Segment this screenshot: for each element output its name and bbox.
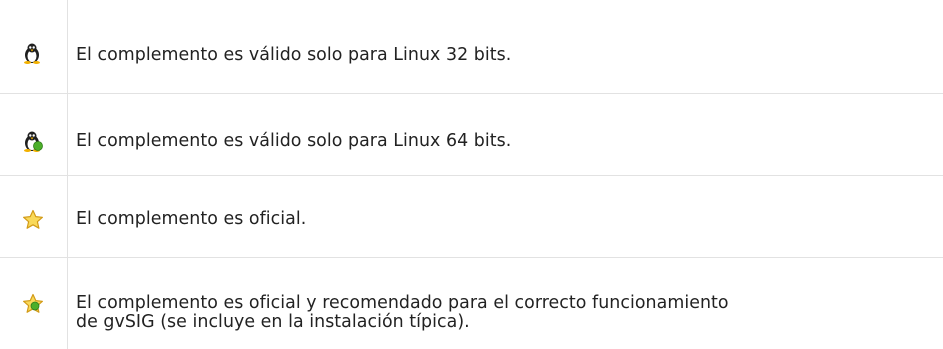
star-official-icon	[23, 209, 43, 229]
legend-row: El complemento es oficial.	[0, 175, 943, 257]
linux-32-icon	[24, 43, 40, 64]
legend-text: El complemento es válido solo para Linux…	[76, 131, 512, 151]
legend-text-line: de gvSIG (se incluye en la instalación t…	[76, 312, 470, 332]
icon-cell	[0, 94, 68, 175]
icon-cell	[0, 258, 68, 349]
legend-row: El complemento es oficial y recomendado …	[0, 257, 943, 349]
icon-cell	[0, 0, 68, 93]
legend-text: El complemento es oficial y recomendado …	[76, 294, 939, 332]
legend-row: El complemento es válido solo para Linux…	[0, 93, 943, 175]
linux-64-icon	[24, 131, 43, 152]
legend-text-line: El complemento es oficial y recomendado …	[76, 293, 729, 313]
legend-text: El complemento es oficial.	[76, 209, 307, 229]
legend-text: El complemento es válido solo para Linux…	[76, 45, 512, 65]
legend-table: El complemento es válido solo para Linux…	[0, 0, 943, 349]
legend-row: El complemento es válido solo para Linux…	[0, 0, 943, 93]
icon-cell	[0, 176, 68, 257]
star-recommended-icon	[23, 293, 43, 313]
